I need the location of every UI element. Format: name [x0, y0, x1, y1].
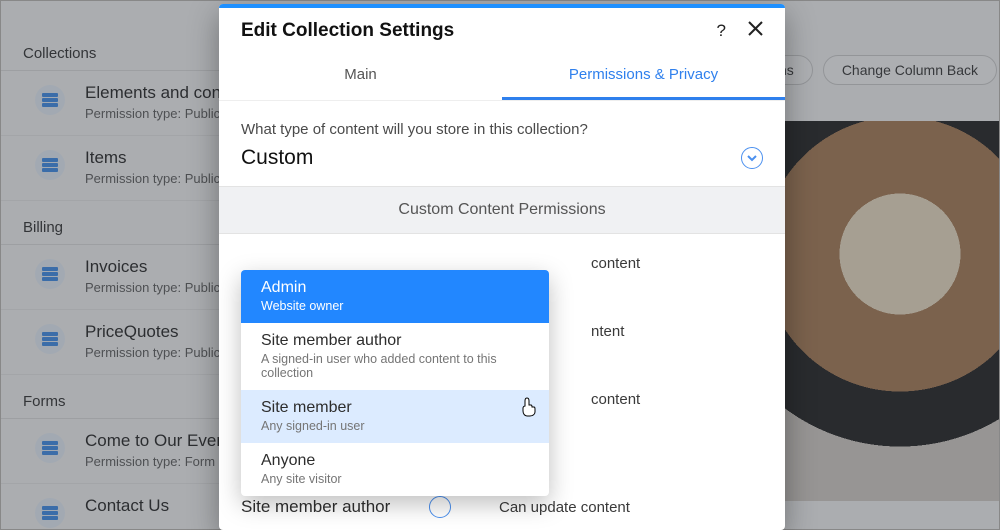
permission-desc: content: [591, 391, 640, 408]
permission-role: Site member author: [241, 497, 411, 517]
dropdown-item-member[interactable]: Site member Any signed-in user: [241, 390, 549, 443]
content-type-question: What type of content will you store in t…: [219, 101, 785, 144]
dropdown-item-subtitle: Any site visitor: [261, 472, 529, 486]
tab-main[interactable]: Main: [219, 54, 502, 100]
permission-desc: Can update content: [499, 499, 630, 516]
cursor-icon: [521, 397, 538, 422]
modal-title: Edit Collection Settings: [241, 20, 454, 42]
dropdown-item-admin[interactable]: Admin Website owner: [241, 270, 549, 323]
dropdown-item-subtitle: Any signed-in user: [261, 419, 529, 433]
permission-desc: ntent: [591, 323, 624, 340]
role-dropdown[interactable]: Admin Website owner Site member author A…: [241, 270, 549, 496]
modal-tabs: Main Permissions & Privacy: [219, 54, 785, 101]
content-type-selector[interactable]: Custom: [219, 144, 785, 186]
dropdown-item-subtitle: Website owner: [261, 299, 529, 313]
permissions-band: Custom Content Permissions: [219, 186, 785, 234]
dropdown-item-title: Site member author: [261, 332, 529, 350]
help-icon[interactable]: ?: [717, 21, 726, 41]
dropdown-item-anyone[interactable]: Anyone Any site visitor: [241, 443, 549, 496]
dropdown-item-title: Anyone: [261, 452, 529, 470]
permission-desc: content: [591, 255, 640, 272]
dropdown-item-subtitle: A signed-in user who added content to th…: [261, 352, 529, 380]
permission-row-update: Site member author Can update content: [219, 496, 630, 518]
close-icon[interactable]: [748, 21, 763, 41]
chevron-down-icon[interactable]: [429, 496, 451, 518]
content-type-value: Custom: [241, 146, 313, 170]
tab-permissions[interactable]: Permissions & Privacy: [502, 54, 785, 100]
dropdown-item-title: Admin: [261, 279, 529, 297]
dropdown-item-title: Site member: [261, 399, 529, 417]
chevron-down-icon: [741, 147, 763, 169]
dropdown-item-author[interactable]: Site member author A signed-in user who …: [241, 323, 549, 390]
